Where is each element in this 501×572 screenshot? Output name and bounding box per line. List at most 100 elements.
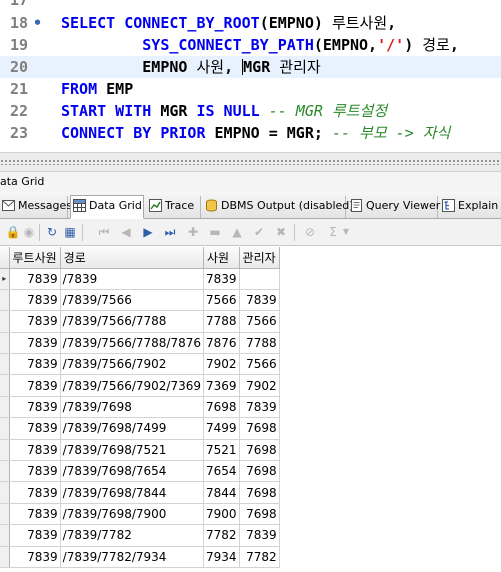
row-indicator[interactable]: [0, 439, 10, 462]
row-indicator[interactable]: [0, 332, 10, 355]
table-cell[interactable]: 7839: [9, 546, 61, 568]
table-cell[interactable]: 7566: [239, 310, 280, 333]
row-indicator[interactable]: [0, 460, 10, 483]
tab-trace[interactable]: Trace: [147, 196, 201, 218]
data-grid[interactable]: 루트사원 경로 사원 관리자 ▸ 7839/7839 7839 7839/7839/7…: [0, 247, 501, 572]
code-line[interactable]: 21 FROM EMP: [0, 78, 501, 100]
row-indicator[interactable]: [0, 503, 10, 526]
code-line[interactable]: 20 EMPNO 사원, MGR 관리자: [0, 56, 501, 78]
column-header[interactable]: 경로: [60, 247, 205, 269]
sql-editor[interactable]: 17 18 • SELECT CONNECT_BY_ROOT(EMPNO) 루트사원,…: [0, 0, 501, 152]
table-row[interactable]: 7839/7839/7698/7844 7844 7698: [0, 481, 280, 504]
row-indicator[interactable]: [0, 546, 10, 568]
cancel-edit-icon[interactable]: ✖: [273, 224, 289, 240]
table-cell[interactable]: 7839: [9, 332, 61, 355]
row-indicator[interactable]: [0, 353, 10, 376]
table-cell[interactable]: 7698: [239, 417, 280, 440]
table-row[interactable]: 7839/7839/7698 7698 7839: [0, 396, 280, 419]
table-row[interactable]: 7839/7839/7566/7788/7876 7876 7788: [0, 332, 280, 355]
table-cell[interactable]: 7839: [9, 503, 61, 526]
table-cell[interactable]: 7839: [9, 289, 61, 312]
last-record-icon[interactable]: ⏭: [162, 224, 178, 240]
table-cell[interactable]: 7839: [9, 460, 61, 483]
table-cell[interactable]: /7839/7782/7934: [60, 546, 205, 568]
table-row[interactable]: 7839/7839/7566 7566 7839: [0, 289, 280, 312]
row-indicator[interactable]: [0, 396, 10, 419]
table-cell[interactable]: 7902: [203, 353, 240, 376]
column-header[interactable]: 사원: [203, 247, 240, 269]
table-cell[interactable]: /7839/7566/7788/7876: [60, 332, 205, 355]
row-indicator[interactable]: [0, 289, 10, 312]
table-cell[interactable]: 7876: [203, 332, 240, 355]
table-cell[interactable]: 7521: [203, 439, 240, 462]
code-line[interactable]: 22 START WITH MGR IS NULL -- MGR 루트설정: [0, 100, 501, 122]
delete-record-icon[interactable]: ▬: [207, 224, 223, 240]
tab-data-grid[interactable]: Data Grid: [70, 195, 144, 219]
table-row[interactable]: 7839/7839/7698/7521 7521 7698: [0, 439, 280, 462]
insert-record-icon[interactable]: ✚: [185, 224, 201, 240]
table-row[interactable]: 7839/7839/7566/7788 7788 7566: [0, 310, 280, 333]
table-cell[interactable]: /7839/7698/7654: [60, 460, 205, 483]
chevron-down-icon[interactable]: ▼: [342, 224, 350, 240]
row-indicator[interactable]: ▸: [0, 268, 10, 290]
table-cell[interactable]: 7782: [239, 546, 280, 568]
code-line[interactable]: 23 CONNECT BY PRIOR EMPNO = MGR; -- 부모 ->…: [0, 122, 501, 144]
table-row[interactable]: 7839/7839/7698/7654 7654 7698: [0, 460, 280, 483]
table-cell[interactable]: 7369: [203, 374, 240, 397]
row-indicator[interactable]: [0, 374, 10, 397]
tab-messages[interactable]: Messages: [0, 196, 72, 218]
table-cell[interactable]: 7788: [239, 332, 280, 355]
table-cell[interactable]: /7839/7566/7902: [60, 353, 205, 376]
table-cell[interactable]: 7900: [203, 503, 240, 526]
table-cell[interactable]: 7839: [9, 268, 61, 290]
table-cell[interactable]: 7788: [203, 310, 240, 333]
post-edit-icon[interactable]: ✔: [251, 224, 267, 240]
table-row[interactable]: 7839/7839/7782/7934 7934 7782: [0, 546, 280, 568]
table-row[interactable]: 7839/7839/7698/7499 7499 7698: [0, 417, 280, 440]
table-cell[interactable]: 7698: [239, 481, 280, 504]
table-cell[interactable]: 7839: [9, 396, 61, 419]
table-cell[interactable]: 7499: [203, 417, 240, 440]
table-cell[interactable]: /7839/7782: [60, 524, 205, 547]
table-cell[interactable]: 7839: [239, 396, 280, 419]
table-cell[interactable]: /7839/7698/7844: [60, 481, 205, 504]
tab-dbms-output[interactable]: DBMS Output (disabled): [203, 196, 354, 218]
refresh-data-icon[interactable]: ⊘: [302, 224, 318, 240]
table-cell[interactable]: /7839/7566: [60, 289, 205, 312]
table-cell[interactable]: 7839: [203, 268, 240, 290]
row-indicator[interactable]: [0, 417, 10, 440]
table-cell[interactable]: /7839/7698/7521: [60, 439, 205, 462]
table-cell[interactable]: [239, 268, 280, 290]
row-indicator[interactable]: [0, 524, 10, 547]
prior-record-icon[interactable]: ◀: [118, 224, 134, 240]
table-row[interactable]: ▸ 7839/7839 7839: [0, 268, 280, 290]
table-cell[interactable]: 7698: [239, 503, 280, 526]
table-cell[interactable]: 7839: [9, 310, 61, 333]
column-header[interactable]: 루트사원: [9, 247, 61, 269]
table-cell[interactable]: /7839/7698: [60, 396, 205, 419]
refresh-grid-icon[interactable]: ↻: [44, 224, 60, 240]
row-indicator-header[interactable]: [0, 247, 10, 269]
table-cell[interactable]: /7839/7566/7902/7369: [60, 374, 205, 397]
grid-options-icon[interactable]: ▦: [62, 224, 78, 240]
table-cell[interactable]: 7902: [239, 374, 280, 397]
row-indicator[interactable]: [0, 481, 10, 504]
table-cell[interactable]: 7698: [239, 439, 280, 462]
table-cell[interactable]: 7839: [9, 481, 61, 504]
column-header[interactable]: 관리자: [239, 247, 280, 269]
table-cell[interactable]: 7839: [9, 524, 61, 547]
table-cell[interactable]: /7839/7566/7788: [60, 310, 205, 333]
table-cell[interactable]: 7782: [203, 524, 240, 547]
edit-record-icon[interactable]: ▲: [229, 224, 245, 240]
table-cell[interactable]: 7839: [239, 524, 280, 547]
table-cell[interactable]: 7839: [239, 289, 280, 312]
table-cell[interactable]: /7839: [60, 268, 205, 290]
table-cell[interactable]: 7839: [9, 417, 61, 440]
lock-icon[interactable]: 🔒: [5, 224, 21, 240]
tab-explain[interactable]: Explain: [440, 196, 501, 218]
table-cell[interactable]: 7839: [9, 439, 61, 462]
sum-icon[interactable]: Σ: [325, 224, 341, 240]
table-row[interactable]: 7839/7839/7782 7782 7839: [0, 524, 280, 547]
editor-grid-splitter[interactable]: [0, 152, 501, 172]
table-row[interactable]: 7839/7839/7698/7900 7900 7698: [0, 503, 280, 526]
